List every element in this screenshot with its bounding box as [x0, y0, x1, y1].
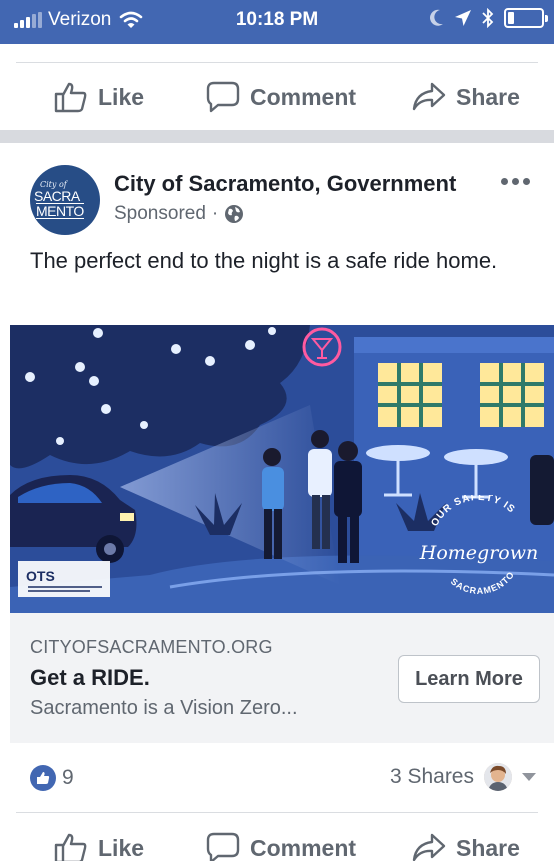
status-bar: Verizon 10:18 PM [0, 0, 554, 44]
like-button[interactable]: Like [54, 81, 144, 113]
sponsored-label[interactable]: Sponsored [114, 203, 206, 225]
shares-summary[interactable]: 3 Shares [390, 763, 536, 791]
like-count-value: 9 [62, 766, 74, 789]
badge-main-text: Homegrown [419, 542, 538, 564]
link-description: Sacramento is a Vision Zero... [30, 697, 298, 719]
page-name-link[interactable]: City of Sacramento, Government [114, 171, 456, 197]
link-domain: CITYOFSACRAMENTO.ORG [30, 637, 273, 657]
ad-image[interactable]: OTS OUR SAFETY IS Homegrown SACRAMENTO [10, 325, 554, 613]
status-icons [430, 8, 548, 28]
share-icon [412, 833, 446, 861]
share-count: 3 Shares [389, 765, 474, 788]
link-headline: Get a RIDE. [30, 665, 150, 690]
share-label: Share [456, 834, 520, 861]
like-reaction-icon [30, 765, 56, 791]
page-avatar[interactable]: City of SACRA MENTO [30, 165, 100, 235]
avatar-line1: SACRA [34, 188, 80, 204]
wifi-icon [120, 11, 143, 28]
bottom-action-bar: Like Comment Share [0, 816, 554, 861]
like-label: Like [98, 834, 145, 861]
homegrown-badge: OUR SAFETY IS Homegrown SACRAMENTO [419, 495, 538, 595]
comment-icon [206, 832, 240, 861]
signal-icon [14, 12, 42, 28]
meta-separator: · [211, 203, 219, 224]
ots-logo-text: OTS [26, 568, 55, 584]
svg-text:OUR SAFETY IS: OUR SAFETY IS [429, 495, 517, 528]
comment-button[interactable]: Comment [206, 832, 356, 861]
bluetooth-icon [482, 8, 494, 28]
carrier-name: Verizon [48, 9, 112, 30]
battery-icon [504, 8, 548, 28]
divider [16, 62, 538, 63]
reaction-count[interactable]: 9 [30, 765, 74, 791]
share-button[interactable]: Share [412, 833, 520, 861]
thumbs-up-icon [54, 833, 87, 861]
share-label: Share [456, 83, 520, 110]
feed-separator [0, 130, 554, 143]
learn-more-button[interactable]: Learn More [398, 655, 540, 703]
comment-label: Comment [250, 834, 357, 861]
comment-label: Comment [250, 83, 357, 110]
like-label: Like [98, 83, 145, 110]
more-options-button[interactable] [501, 178, 530, 185]
moon-icon [430, 9, 443, 26]
svg-text:SACRAMENTO: SACRAMENTO [449, 569, 517, 595]
location-arrow-icon [455, 10, 471, 26]
post-text: The perfect end to the night is a safe r… [30, 248, 498, 273]
comment-icon [206, 81, 240, 113]
divider [16, 812, 538, 813]
chevron-down-icon[interactable] [522, 773, 536, 781]
top-action-bar: Like Comment Share [0, 65, 554, 129]
badge-top-text: OUR SAFETY IS [429, 495, 516, 528]
carrier-group: Verizon [14, 9, 143, 31]
post-meta: Sponsored · [114, 203, 244, 225]
comment-button[interactable]: Comment [206, 81, 356, 113]
share-icon [412, 82, 446, 111]
thumbs-up-icon [54, 82, 87, 113]
link-preview-card[interactable]: CITYOFSACRAMENTO.ORG Get a RIDE. Sacrame… [10, 613, 554, 743]
globe-icon [225, 205, 244, 223]
share-button[interactable]: Share [412, 82, 520, 112]
avatar-line2: MENTO [36, 203, 84, 219]
like-button[interactable]: Like [54, 832, 144, 861]
badge-bottom-text: SACRAMENTO [449, 569, 516, 595]
viewer-avatar [484, 763, 512, 791]
